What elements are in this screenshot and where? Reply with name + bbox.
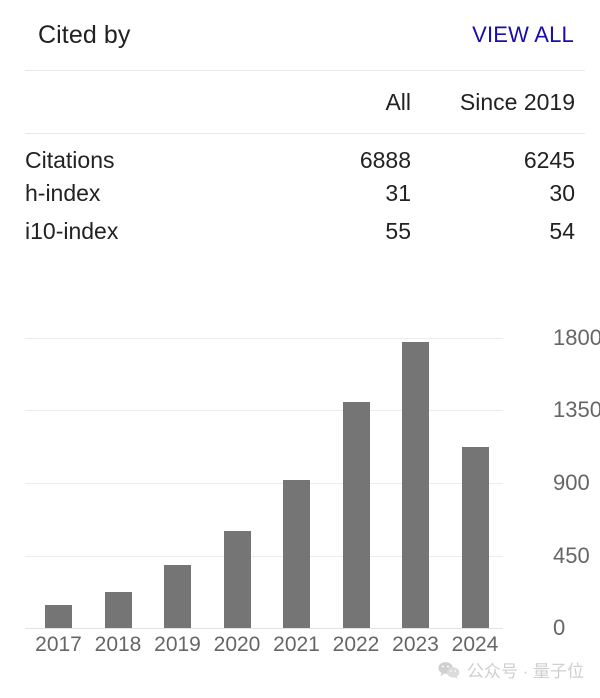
metric-label-h-index: h-index bbox=[25, 174, 271, 212]
table-row: i10-index 55 54 bbox=[25, 212, 585, 250]
column-header-all: All bbox=[271, 71, 425, 134]
cited-by-panel: Cited by VIEW ALL All Since 2019 Citatio… bbox=[0, 0, 600, 698]
metric-all-h-index: 31 bbox=[271, 174, 425, 212]
chart-x-axis-labels: 20172018201920202021202220232024 bbox=[25, 631, 503, 661]
table-body: Citations 6888 6245 h-index 31 30 i10-in… bbox=[25, 134, 585, 251]
citation-metrics-table: All Since 2019 Citations 6888 6245 h-ind… bbox=[25, 70, 585, 250]
metric-all-citations[interactable]: 6888 bbox=[271, 134, 425, 175]
bar-2024[interactable] bbox=[462, 447, 489, 628]
watermark-text: 公众号 · 量子位 bbox=[467, 657, 584, 682]
metric-all-i10-index: 55 bbox=[271, 212, 425, 250]
y-axis-tick-1800: 1800 bbox=[553, 327, 600, 349]
x-axis-label-2022: 2022 bbox=[326, 631, 386, 659]
y-axis-tick-900: 900 bbox=[553, 472, 590, 494]
bar-2019[interactable] bbox=[164, 565, 191, 628]
metric-since-citations[interactable]: 6245 bbox=[425, 134, 585, 175]
table-row: h-index 31 30 bbox=[25, 174, 585, 212]
x-axis-label-2023: 2023 bbox=[386, 631, 446, 659]
bar-2021[interactable] bbox=[283, 480, 310, 628]
metric-since-h-index: 30 bbox=[425, 174, 585, 212]
table-header: All Since 2019 bbox=[25, 71, 585, 134]
x-axis-label-2017: 2017 bbox=[29, 631, 89, 659]
x-axis-label-2018: 2018 bbox=[88, 631, 148, 659]
wechat-icon bbox=[438, 661, 460, 679]
bar-2023[interactable] bbox=[402, 342, 429, 628]
y-axis-tick-1350: 1350 bbox=[553, 399, 600, 421]
metric-since-i10-index: 54 bbox=[425, 212, 585, 250]
x-axis-label-2019: 2019 bbox=[148, 631, 208, 659]
panel-header: Cited by VIEW ALL bbox=[0, 0, 600, 70]
x-axis-label-2020: 2020 bbox=[207, 631, 267, 659]
gridline-0 bbox=[25, 628, 503, 629]
table-row: Citations 6888 6245 bbox=[25, 134, 585, 175]
view-all-link[interactable]: VIEW ALL bbox=[472, 22, 574, 48]
column-header-since: Since 2019 bbox=[425, 71, 585, 134]
table-header-row: All Since 2019 bbox=[25, 71, 585, 134]
watermark: 公众号 · 量子位 bbox=[438, 657, 584, 682]
metric-label-i10-index: i10-index bbox=[25, 212, 271, 250]
bar-2017[interactable] bbox=[45, 605, 72, 628]
page-title: Cited by bbox=[38, 21, 131, 50]
x-axis-label-2024: 2024 bbox=[445, 631, 505, 659]
bar-2022[interactable] bbox=[343, 402, 370, 628]
bar-2018[interactable] bbox=[105, 592, 132, 628]
column-header-metric bbox=[25, 71, 271, 134]
y-axis-tick-0: 0 bbox=[553, 617, 565, 639]
citations-per-year-chart: 20172018201920202021202220232024 1800 135… bbox=[0, 300, 600, 660]
y-axis-tick-450: 450 bbox=[553, 545, 590, 567]
bar-2020[interactable] bbox=[224, 531, 251, 628]
x-axis-label-2021: 2021 bbox=[267, 631, 327, 659]
metric-label-citations: Citations bbox=[25, 134, 271, 175]
chart-bars bbox=[25, 300, 503, 628]
